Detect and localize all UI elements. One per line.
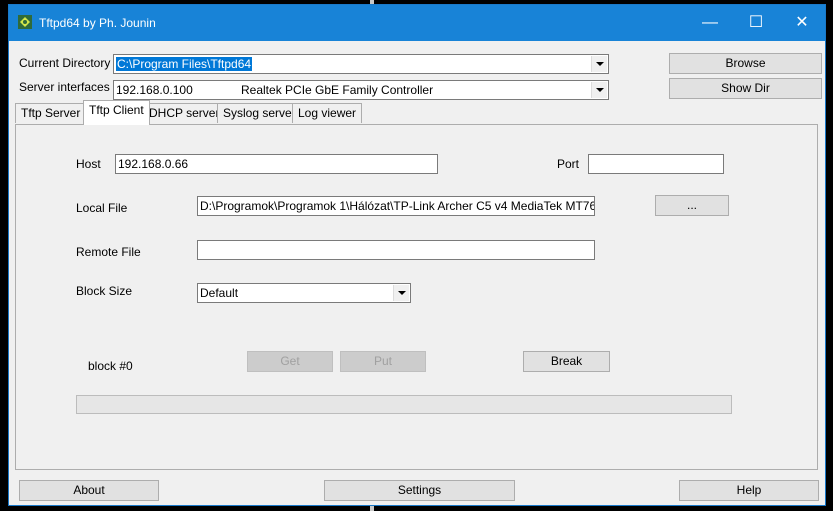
local-file-browse-button[interactable]: ... bbox=[655, 195, 729, 216]
tab-log-viewer[interactable]: Log viewer bbox=[292, 103, 363, 123]
current-directory-combo[interactable]: C:\Program Files\Tftpd64 bbox=[113, 54, 609, 74]
get-button[interactable]: Get bbox=[247, 351, 333, 372]
remote-file-input[interactable] bbox=[197, 240, 595, 260]
server-adapter-value: Realtek PCIe GbE Family Controller bbox=[241, 83, 434, 97]
server-ip-value: 192.168.0.100 bbox=[116, 83, 193, 97]
title-bar[interactable]: Tftpd64 by Ph. Jounin — ☐ ✕ bbox=[9, 5, 825, 41]
chevron-down-icon[interactable] bbox=[591, 56, 607, 72]
server-interfaces-label: Server interfaces bbox=[19, 80, 110, 94]
port-label: Port bbox=[557, 157, 580, 171]
tftp-client-panel: Host 192.168.0.66 Port Local File D:\Pro… bbox=[15, 124, 818, 470]
close-button[interactable]: ✕ bbox=[779, 5, 825, 41]
put-button[interactable]: Put bbox=[340, 351, 426, 372]
settings-button[interactable]: Settings bbox=[324, 480, 515, 501]
remote-file-label: Remote File bbox=[76, 245, 141, 259]
maximize-button[interactable]: ☐ bbox=[733, 5, 779, 41]
tab-tftp-client[interactable]: Tftp Client bbox=[83, 100, 150, 125]
local-file-label: Local File bbox=[76, 201, 128, 215]
break-button[interactable]: Break bbox=[523, 351, 610, 372]
block-size-label: Block Size bbox=[76, 284, 133, 298]
host-input[interactable]: 192.168.0.66 bbox=[115, 154, 438, 174]
about-button[interactable]: About bbox=[19, 480, 159, 501]
block-counter: block #0 bbox=[88, 359, 133, 373]
host-label: Host bbox=[76, 157, 101, 171]
local-file-input[interactable]: D:\Programok\Programok 1\Hálózat\TP-Link… bbox=[197, 196, 595, 216]
current-directory-value: C:\Program Files\Tftpd64 bbox=[116, 57, 253, 71]
server-interfaces-combo[interactable]: 192.168.0.100 Realtek PCIe GbE Family Co… bbox=[113, 80, 609, 100]
help-button[interactable]: Help bbox=[679, 480, 819, 501]
app-icon bbox=[17, 14, 33, 30]
block-size-value: Default bbox=[200, 286, 239, 300]
browse-button[interactable]: Browse bbox=[669, 53, 822, 74]
port-input[interactable] bbox=[588, 154, 724, 174]
tab-dhcp-server[interactable]: DHCP server bbox=[143, 103, 226, 123]
tab-tftp-server[interactable]: Tftp Server bbox=[15, 103, 87, 123]
chevron-down-icon[interactable] bbox=[393, 285, 409, 301]
current-directory-label: Current Directory bbox=[19, 56, 111, 70]
minimize-button[interactable]: — bbox=[687, 5, 733, 41]
chevron-down-icon[interactable] bbox=[591, 82, 607, 98]
tab-syslog-server[interactable]: Syslog server bbox=[217, 103, 302, 123]
block-size-select[interactable]: Default bbox=[197, 283, 411, 303]
window-title: Tftpd64 by Ph. Jounin bbox=[39, 16, 156, 30]
transfer-progress-bar bbox=[76, 395, 732, 414]
show-dir-button[interactable]: Show Dir bbox=[669, 78, 822, 99]
tftpd-window: Tftpd64 by Ph. Jounin — ☐ ✕ Current Dire… bbox=[8, 4, 826, 506]
